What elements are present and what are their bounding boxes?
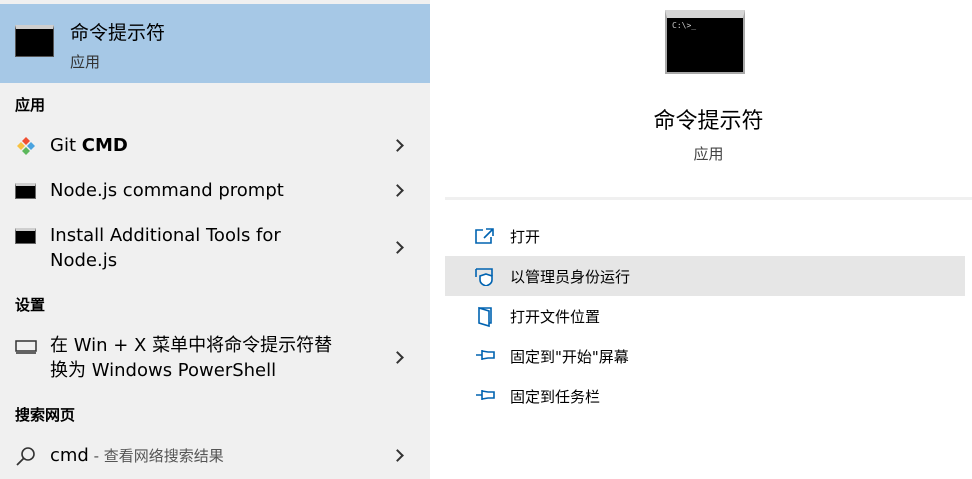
action-open[interactable]: 打开 [445,216,965,256]
action-pin-to-taskbar[interactable]: 固定到任务栏 [445,376,965,416]
list-item-install-additional-tools[interactable]: Install Additional Tools for Node.js [0,221,430,277]
section-header-settings: 设置 [15,296,46,314]
action-pin-to-start[interactable]: 固定到"开始"屏幕 [445,336,965,376]
git-icon [15,136,37,160]
chevron-right-icon[interactable] [391,184,404,197]
action-label: 固定到"开始"屏幕 [510,348,629,366]
open-icon [474,226,496,246]
results-panel: 命令提示符 应用 应用 Git CMD Node.js command prom… [0,0,430,479]
divider [445,197,972,200]
list-item-label-line2: 换为 Windows PowerShell [50,360,277,381]
action-label: 以管理员身份运行 [510,268,631,286]
list-item-web-search[interactable]: cmd - 查看网络搜索结果 [0,441,430,471]
list-item-label-line1: Install Additional Tools for [50,225,281,246]
best-match-item[interactable]: 命令提示符 应用 [0,4,430,83]
pin-icon [474,346,496,366]
command-prompt-icon [15,25,54,57]
list-item-winx-powershell-setting[interactable]: 在 Win + X 菜单中将命令提示符替 换为 Windows PowerShe… [0,331,430,387]
action-label: 固定到任务栏 [510,388,601,406]
best-match-title: 命令提示符 [70,22,166,44]
list-item-label-line2: Node.js [50,250,118,271]
section-header-web: 搜索网页 [15,406,76,424]
best-match-subtitle: 应用 [70,53,101,71]
detail-subtitle: 应用 [693,145,724,163]
list-item-label: Git CMD [50,135,128,156]
list-item-label: Node.js command prompt [50,180,284,201]
list-item-git-cmd[interactable]: Git CMD [0,131,430,161]
chevron-right-icon[interactable] [391,139,404,152]
chevron-right-icon[interactable] [391,241,404,254]
console-icon [15,228,36,244]
section-header-apps: 应用 [15,96,46,114]
folder-location-icon [474,306,496,328]
command-prompt-large-icon: C:\>_ [665,10,745,74]
action-open-file-location[interactable]: 打开文件位置 [445,296,965,336]
search-icon [15,445,37,471]
web-search-label: cmd - 查看网络搜索结果 [50,445,224,466]
detail-title: 命令提示符 [653,109,764,134]
pin-icon [474,386,496,406]
action-label: 打开文件位置 [510,308,601,326]
list-item-label-line1: 在 Win + X 菜单中将命令提示符替 [50,335,333,356]
action-label: 打开 [510,228,541,246]
chevron-right-icon[interactable] [391,351,404,364]
action-run-as-admin[interactable]: 以管理员身份运行 [445,256,965,296]
chevron-right-icon[interactable] [391,449,404,462]
shield-icon [474,266,496,287]
list-item-nodejs-command-prompt[interactable]: Node.js command prompt [0,176,430,206]
monitor-icon [15,339,37,358]
console-icon [15,183,36,199]
